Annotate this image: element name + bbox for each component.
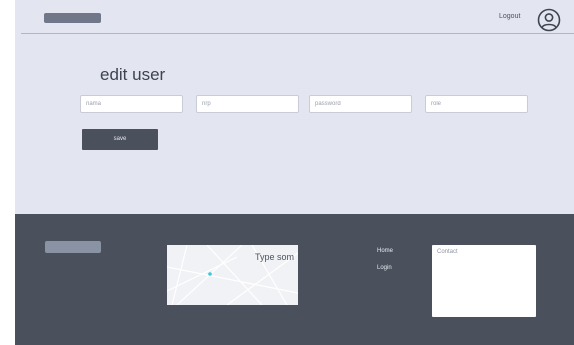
footer-logo-placeholder [45, 241, 101, 253]
logout-link[interactable]: Logout [499, 13, 520, 20]
logo-placeholder[interactable] [44, 13, 101, 23]
page: Logout edit user save [15, 0, 574, 345]
map-pin-icon [208, 272, 212, 276]
nama-field[interactable] [80, 95, 183, 113]
footer: Type som Home Login Contact [15, 214, 574, 345]
header-divider [21, 33, 574, 34]
role-field[interactable] [425, 95, 528, 113]
footer-link-login[interactable]: Login [377, 265, 392, 271]
nrp-field[interactable] [196, 95, 299, 113]
map-search-input[interactable]: Type som [255, 252, 294, 262]
main-section: Logout edit user save [15, 0, 574, 214]
password-field[interactable] [309, 95, 412, 113]
save-button[interactable]: save [82, 129, 158, 150]
footer-link-home[interactable]: Home [377, 248, 393, 254]
contact-textarea[interactable]: Contact [432, 245, 536, 317]
page-title: edit user [100, 65, 166, 84]
map-widget[interactable]: Type som [167, 245, 298, 305]
user-circle-icon[interactable] [537, 8, 561, 32]
